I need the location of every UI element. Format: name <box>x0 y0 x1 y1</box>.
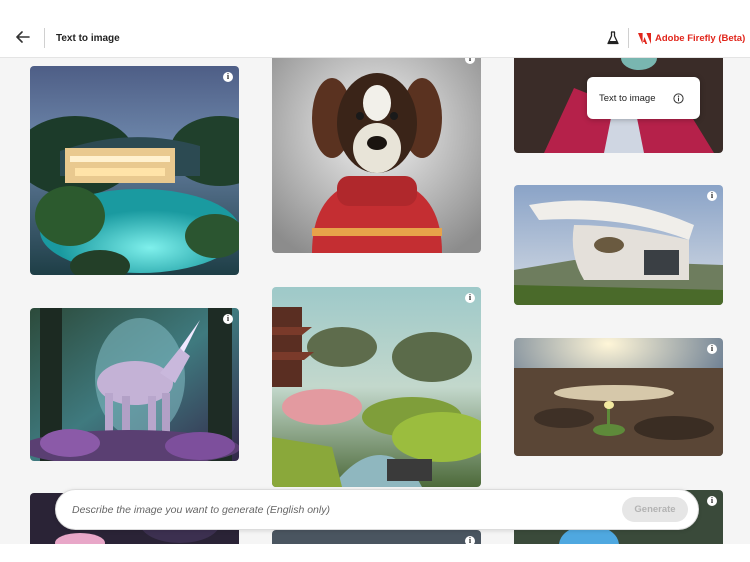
dog-in-sweater-image <box>272 58 481 253</box>
firefly-page: Text to image Adobe Firefly (Beta) i i i… <box>0 0 750 562</box>
gallery-image-unicorn[interactable]: i <box>30 308 239 461</box>
bottom-strip <box>0 544 750 562</box>
prompt-input[interactable] <box>72 502 612 518</box>
image-info-button[interactable]: i <box>465 536 475 544</box>
gallery-image-pagoda-garden[interactable]: i <box>272 287 481 487</box>
info-icon: i <box>710 191 714 200</box>
info-circle-icon[interactable] <box>673 93 684 104</box>
gallery-image-modern-house[interactable]: i <box>514 185 723 305</box>
flask-icon <box>607 31 619 45</box>
partial-image-2 <box>272 530 481 544</box>
info-icon: i <box>226 314 230 323</box>
page-title: Text to image <box>56 33 120 44</box>
prompt-bar: Generate <box>55 489 699 530</box>
gallery-image-partial-2[interactable]: i <box>272 530 481 544</box>
back-button[interactable] <box>14 28 32 46</box>
header-divider <box>44 28 45 48</box>
image-info-button[interactable]: i <box>223 314 233 324</box>
modern-house-image <box>514 185 723 305</box>
gallery-image-tropical-villa[interactable]: i <box>30 66 239 275</box>
adobe-logo-icon <box>638 32 651 44</box>
tooltip-text: Text to image <box>599 93 656 104</box>
pagoda-garden-image <box>272 287 481 487</box>
brand-divider <box>628 28 629 48</box>
text-to-image-tooltip: Text to image <box>587 77 700 119</box>
info-icon: i <box>468 293 472 302</box>
unicorn-image <box>30 308 239 461</box>
image-info-button[interactable]: i <box>223 72 233 82</box>
top-bar: Text to image Adobe Firefly (Beta) <box>0 0 750 58</box>
gallery-image-dog-sweater[interactable]: i <box>272 58 481 253</box>
info-icon: i <box>226 72 230 81</box>
info-icon: i <box>710 496 714 505</box>
labs-button[interactable] <box>606 30 620 46</box>
image-info-button[interactable]: i <box>465 293 475 303</box>
generate-button[interactable]: Generate <box>622 497 688 522</box>
image-gallery: i i i i i i i i Text to image <box>0 58 750 544</box>
info-icon: i <box>468 58 472 63</box>
tropical-villa-image <box>30 66 239 275</box>
image-info-button[interactable]: i <box>707 496 717 506</box>
arrow-left-icon <box>16 31 30 43</box>
image-info-button[interactable]: i <box>707 344 717 354</box>
info-icon: i <box>710 344 714 353</box>
info-icon: i <box>468 536 472 544</box>
brand-name: Adobe Firefly (Beta) <box>655 32 746 44</box>
image-info-button[interactable]: i <box>707 191 717 201</box>
sprout-in-mud-image <box>514 338 723 456</box>
gallery-image-sprout-mud[interactable]: i <box>514 338 723 456</box>
adobe-firefly-brand[interactable]: Adobe Firefly (Beta) <box>638 30 745 46</box>
